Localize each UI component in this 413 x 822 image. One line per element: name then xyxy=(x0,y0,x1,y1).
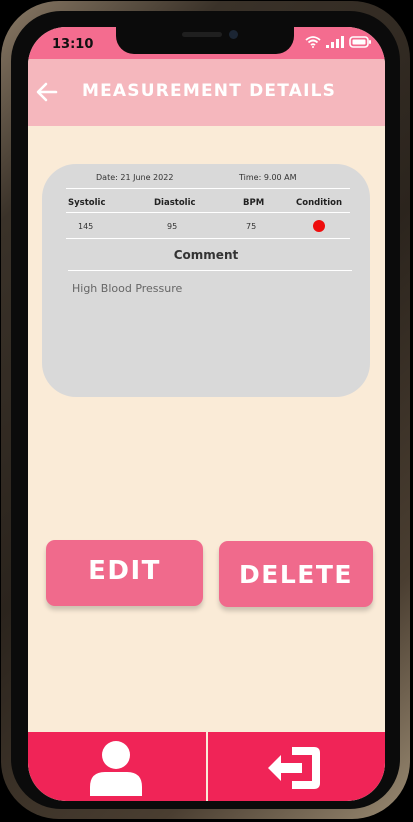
divider xyxy=(66,212,350,213)
divider xyxy=(68,270,352,271)
profile-icon xyxy=(90,741,142,796)
column-header-bpm: BPM xyxy=(243,198,265,208)
edit-button[interactable]: EDIT xyxy=(46,540,203,606)
battery-icon xyxy=(349,36,371,48)
app-header: MEASUREMENT DETAILS xyxy=(28,59,385,126)
systolic-value: 145 xyxy=(78,222,94,231)
measurement-card: Date: 21 June 2022 Time: 9.00 AM Systoli… xyxy=(42,164,370,397)
column-header-systolic: Systolic xyxy=(68,198,106,208)
bpm-value: 75 xyxy=(246,222,257,231)
page-title: MEASUREMENT DETAILS xyxy=(82,81,337,101)
notch xyxy=(116,27,294,54)
divider xyxy=(66,188,350,189)
signal-icon xyxy=(326,36,344,48)
condition-indicator xyxy=(313,220,325,232)
wifi-icon xyxy=(305,36,321,48)
measurement-date: Date: 21 June 2022 xyxy=(96,173,174,182)
divider xyxy=(66,238,350,239)
screen: 13:10 MEASUREMENT DETAILS Date: 21 June … xyxy=(28,27,385,801)
speaker xyxy=(182,32,222,37)
nav-logout-button[interactable] xyxy=(208,732,385,801)
column-header-condition: Condition xyxy=(296,198,342,208)
comment-heading: Comment xyxy=(173,248,239,262)
logout-icon xyxy=(268,747,320,789)
status-time: 13:10 xyxy=(52,37,94,52)
status-bar: 13:10 xyxy=(28,27,385,59)
delete-button[interactable]: DELETE xyxy=(219,541,373,607)
comment-text: High Blood Pressure xyxy=(72,282,183,295)
back-arrow-icon[interactable] xyxy=(32,77,62,107)
diastolic-value: 95 xyxy=(167,222,178,231)
status-icons xyxy=(305,36,371,48)
nav-profile-button[interactable] xyxy=(28,732,206,801)
column-header-diastolic: Diastolic xyxy=(154,198,196,208)
camera-icon xyxy=(229,30,238,39)
measurement-time: Time: 9.00 AM xyxy=(239,173,297,182)
